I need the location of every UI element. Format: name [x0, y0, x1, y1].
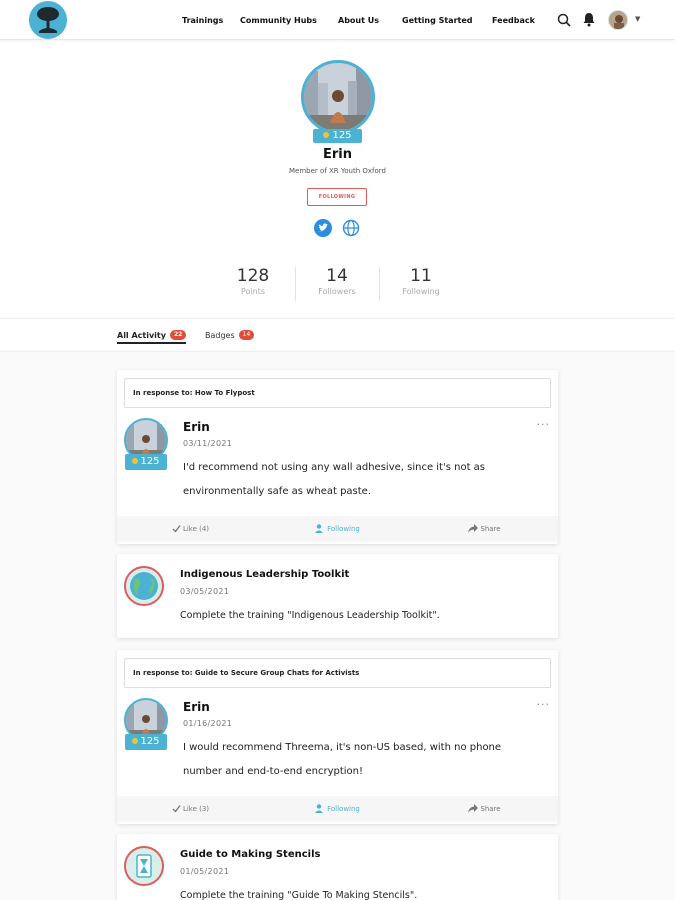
profile-header: 125 Erin Member of XR Youth Oxford FOLLO…	[0, 40, 675, 320]
tab-all-activity[interactable]: All Activity 22	[117, 330, 187, 344]
more-options-icon[interactable]: ···	[537, 418, 551, 431]
profile-avatar	[301, 60, 375, 134]
following-button[interactable]: FOLLOWING	[307, 188, 367, 206]
more-options-icon[interactable]: ···	[537, 698, 551, 711]
share-icon	[468, 524, 479, 533]
count-badge: 22	[169, 330, 187, 340]
post-date: 03/11/2021	[183, 439, 233, 448]
star-icon	[132, 738, 139, 744]
activity-card-training: Guide to Making Stencils 01/05/2021 Comp…	[117, 834, 558, 900]
comment-text: I would recommend Threema, it's non-US b…	[183, 742, 502, 777]
nav-link-feedback[interactable]: Feedback	[492, 16, 552, 25]
profile-score-badge: 125	[313, 129, 362, 143]
share-button[interactable]: Share	[411, 796, 558, 822]
activity-card-training: Indigenous Leadership Toolkit 03/05/2021…	[117, 554, 558, 638]
like-button[interactable]: Like (3)	[117, 796, 264, 822]
profile-member-of: Member of XR Youth Oxford	[289, 167, 386, 175]
training-description: Complete the training "Guide To Making S…	[180, 890, 418, 900]
activity-feed: In response to: How To Flypost 125 Erin …	[0, 352, 675, 900]
logo-tree-icon[interactable]	[29, 1, 67, 39]
star-icon	[132, 458, 139, 464]
profile-name: Erin	[322, 147, 352, 162]
share-button[interactable]: Share	[411, 516, 558, 542]
bell-icon[interactable]	[582, 12, 598, 28]
profile-stats: 128 Points 14 Followers 11 Following	[0, 265, 675, 305]
stat-followers[interactable]: 14 Followers	[295, 265, 379, 296]
twitter-icon[interactable]	[314, 219, 332, 237]
activity-card-comment: In response to: Guide to Secure Group Ch…	[117, 650, 558, 824]
comment-text: I'd recommend not using any wall adhesiv…	[183, 462, 486, 497]
globe-icon[interactable]	[342, 219, 360, 237]
training-earth-icon[interactable]	[124, 566, 164, 606]
nav-link-getting-started[interactable]: Getting Started	[402, 16, 492, 25]
nav-link-community-hubs[interactable]: Community Hubs	[240, 16, 338, 25]
top-nav: Trainings Community Hubs About Us Gettin…	[0, 0, 675, 40]
post-date: 01/16/2021	[183, 719, 233, 728]
stat-points[interactable]: 128 Points	[211, 265, 295, 296]
star-icon	[323, 132, 330, 138]
training-stencil-icon[interactable]	[124, 846, 164, 886]
card-actions: Like (3) Following Share	[117, 796, 558, 822]
user-icon	[315, 524, 324, 533]
author-score-badge: 125	[125, 454, 167, 470]
tab-badges[interactable]: Badges 14	[205, 330, 255, 340]
author-name[interactable]: Erin	[183, 420, 210, 434]
check-icon	[172, 805, 181, 813]
count-badge: 14	[238, 330, 255, 340]
author-name[interactable]: Erin	[183, 700, 210, 714]
training-title[interactable]: Guide to Making Stencils	[180, 849, 320, 860]
card-actions: Like (4) Following Share	[117, 516, 558, 542]
nav-links: Trainings Community Hubs About Us Gettin…	[176, 0, 552, 40]
training-description: Complete the training "Indigenous Leader…	[180, 610, 440, 621]
stat-following[interactable]: 11 Following	[379, 265, 463, 296]
user-icon	[315, 804, 324, 813]
user-avatar[interactable]	[608, 10, 628, 30]
nav-link-trainings[interactable]: Trainings	[176, 16, 240, 25]
check-icon	[172, 525, 181, 533]
following-action-button[interactable]: Following	[264, 796, 411, 822]
author-score-badge: 125	[125, 734, 167, 750]
following-action-button[interactable]: Following	[264, 516, 411, 542]
training-title[interactable]: Indigenous Leadership Toolkit	[180, 569, 349, 580]
caret-down-icon[interactable]: ▼	[635, 15, 640, 23]
training-date: 01/05/2021	[180, 867, 230, 876]
training-date: 03/05/2021	[180, 587, 230, 596]
search-icon[interactable]	[557, 12, 573, 28]
in-response-to-link[interactable]: In response to: Guide to Secure Group Ch…	[124, 658, 551, 688]
share-icon	[468, 804, 479, 813]
like-button[interactable]: Like (4)	[117, 516, 264, 542]
nav-link-about-us[interactable]: About Us	[338, 16, 402, 25]
activity-card-comment: In response to: How To Flypost 125 Erin …	[117, 370, 558, 544]
activity-tabs: All Activity 22 Badges 14	[0, 318, 675, 352]
in-response-to-link[interactable]: In response to: How To Flypost	[124, 378, 551, 408]
